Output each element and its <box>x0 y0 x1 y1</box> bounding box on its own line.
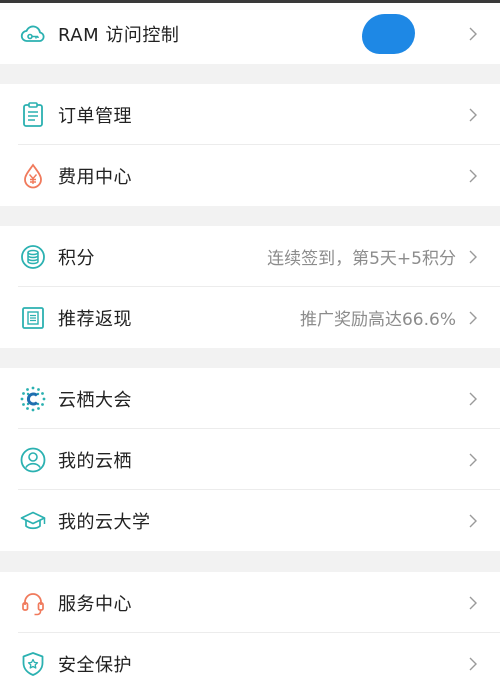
clipboard-icon <box>18 100 48 130</box>
chevron-right-icon <box>466 108 480 122</box>
menu-item-points[interactable]: 积分 连续签到，第5天+5积分 <box>0 226 500 287</box>
menu-item-label: 费用中心 <box>58 166 132 188</box>
menu-item-label: 我的云栖 <box>58 450 132 472</box>
user-circle-icon <box>18 445 48 475</box>
headset-icon <box>18 588 48 618</box>
cloud-key-icon <box>18 19 48 49</box>
group-rewards: 积分 连续签到，第5天+5积分 推荐返现 推广奖励高达66.6% <box>0 226 500 348</box>
group-orders: 订单管理 费用中心 <box>0 84 500 206</box>
menu-item-label: 积分 <box>58 247 95 269</box>
group-access: RAM 访问控制 <box>0 3 500 64</box>
graduation-cap-icon <box>18 506 48 536</box>
menu-item-my-cloud-university[interactable]: 我的云大学 <box>0 490 500 551</box>
referral-reward-text: 推广奖励高达66.6% <box>299 310 456 330</box>
menu-item-security-protection[interactable]: 安全保护 <box>0 633 500 692</box>
chevron-right-icon <box>466 657 480 671</box>
chevron-right-icon <box>466 596 480 610</box>
chevron-right-icon <box>466 311 480 325</box>
menu-item-label: 云栖大会 <box>58 389 132 411</box>
chevron-right-icon <box>466 514 480 528</box>
menu-item-referral-cashback[interactable]: 推荐返现 推广奖励高达66.6% <box>0 287 500 348</box>
yen-drop-icon <box>18 161 48 191</box>
menu-item-order-management[interactable]: 订单管理 <box>0 84 500 145</box>
chevron-right-icon <box>466 392 480 406</box>
chevron-right-icon <box>466 27 480 41</box>
menu-item-label: 安全保护 <box>58 654 132 676</box>
redaction-blob <box>362 14 415 54</box>
menu-item-label: 订单管理 <box>58 105 132 127</box>
chevron-right-icon <box>466 453 480 467</box>
menu-item-yunqi-conference[interactable]: 云栖大会 <box>0 368 500 429</box>
chevron-right-icon <box>466 169 480 183</box>
menu-item-my-yunqi[interactable]: 我的云栖 <box>0 429 500 490</box>
menu-item-ram-access-control[interactable]: RAM 访问控制 <box>0 3 500 64</box>
menu-item-label: 我的云大学 <box>58 511 151 533</box>
checkin-status-text: 连续签到，第5天+5积分 <box>267 249 456 269</box>
menu-item-service-center[interactable]: 服务中心 <box>0 572 500 633</box>
group-support: 服务中心 安全保护 <box>0 572 500 692</box>
group-community: 云栖大会 我的云栖 我的云大学 <box>0 368 500 551</box>
menu-item-label: 推荐返现 <box>58 308 132 330</box>
document-icon <box>18 303 48 333</box>
menu-item-label: RAM 访问控制 <box>58 24 180 46</box>
yunqi-logo-icon <box>18 384 48 414</box>
menu-item-billing-center[interactable]: 费用中心 <box>0 145 500 206</box>
menu-item-label: 服务中心 <box>58 593 132 615</box>
chevron-right-icon <box>466 250 480 264</box>
shield-star-icon <box>18 649 48 679</box>
coin-stack-icon <box>18 242 48 272</box>
